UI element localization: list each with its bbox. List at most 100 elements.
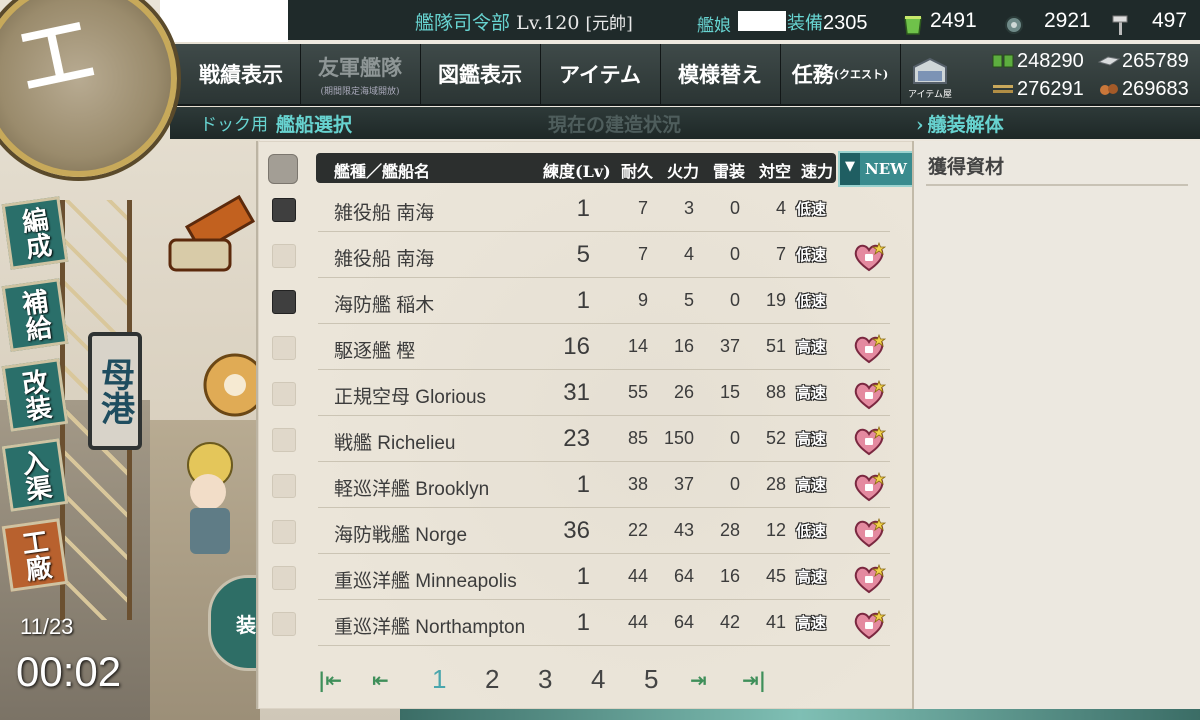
menu-friend-fleet[interactable]: 友軍艦隊 (期間限定海域開放) xyxy=(300,44,421,104)
ship-level: 23 xyxy=(563,425,590,452)
hammer-icon xyxy=(168,194,256,272)
ship-count-label: 艦娘 xyxy=(697,16,731,36)
header-lv[interactable]: 練度(Lv) xyxy=(543,158,611,182)
menu-quests[interactable]: 任務 (クエスト) xyxy=(780,44,901,104)
ship-level: 1 xyxy=(576,471,590,498)
prev-page-button[interactable]: ⇤ xyxy=(372,668,389,692)
dev-material-icon xyxy=(1005,16,1023,34)
page-3[interactable]: 3 xyxy=(538,664,552,695)
table-row[interactable]: 重巡洋艦 Northampton 1 44 64 42 41 高速 xyxy=(262,600,890,646)
header-hp[interactable]: 耐久 xyxy=(621,158,653,182)
page-2[interactable]: 2 xyxy=(485,664,499,695)
lock-heart-icon[interactable] xyxy=(852,610,886,640)
ship-firepower: 5 xyxy=(683,290,694,310)
lock-heart-icon[interactable] xyxy=(852,472,886,502)
clock-date: 11/23 xyxy=(20,614,74,639)
table-row[interactable]: 戦艦 Richelieu 23 85 150 0 52 高速 xyxy=(262,416,890,462)
page-5[interactable]: 5 xyxy=(644,664,658,695)
row-checkbox[interactable] xyxy=(272,520,296,544)
ship-hp: 7 xyxy=(637,198,648,218)
menu-items[interactable]: アイテム xyxy=(540,44,661,104)
ship-torpedo: 28 xyxy=(719,520,740,540)
worker-fairy-icon xyxy=(187,442,233,554)
nav-arsenal[interactable]: 工廠 xyxy=(1,518,69,592)
ship-antiair: 41 xyxy=(765,612,786,632)
page-1[interactable]: 1 xyxy=(432,664,446,695)
row-checkbox[interactable] xyxy=(272,244,296,268)
row-checkbox[interactable] xyxy=(272,612,296,636)
ship-torpedo: 16 xyxy=(719,566,740,586)
shop-icon xyxy=(913,57,947,84)
row-checkbox[interactable] xyxy=(272,382,296,406)
row-checkbox[interactable] xyxy=(272,336,296,360)
row-checkbox[interactable] xyxy=(272,474,296,498)
breadcrumb-dismantle: › 艤装解体 xyxy=(916,114,1004,136)
header-speed[interactable]: 速力 xyxy=(801,158,833,182)
breadcrumb-ship-select: 艦船選択 xyxy=(276,114,353,136)
ship-antiair: 51 xyxy=(765,336,786,356)
factory-badge-text: 工 xyxy=(11,6,100,105)
ship-antiair: 45 xyxy=(765,566,786,586)
hq-level: 艦隊司令部 Lv.120 [元帥] xyxy=(415,12,633,34)
ship-count-redacted xyxy=(738,11,786,31)
nav-remodel[interactable]: 改装 xyxy=(1,358,69,432)
row-checkbox[interactable] xyxy=(272,428,296,452)
table-row[interactable]: 正規空母 Glorious 31 55 26 15 88 高速 xyxy=(262,370,890,416)
item-shop-button[interactable]: アイテム屋 xyxy=(902,48,958,100)
lock-heart-icon[interactable] xyxy=(852,564,886,594)
lock-heart-icon[interactable] xyxy=(852,334,886,364)
header-firepower[interactable]: 火力 xyxy=(667,158,699,182)
lock-heart-icon[interactable] xyxy=(852,426,886,456)
ship-antiair: 88 xyxy=(765,382,786,402)
menu-furniture[interactable]: 模様替え xyxy=(660,44,781,104)
row-checkbox[interactable] xyxy=(272,198,296,222)
menu-battle-record[interactable]: 戦績表示 xyxy=(182,44,301,104)
ship-hp: 38 xyxy=(627,474,648,494)
page-4[interactable]: 4 xyxy=(591,664,605,695)
ship-speed: 低速 xyxy=(796,292,827,310)
last-page-button[interactable]: ⇥| xyxy=(742,668,766,692)
dev-material-count: 2921 xyxy=(1044,9,1091,32)
row-checkbox[interactable] xyxy=(272,290,296,314)
ship-firepower: 64 xyxy=(673,566,694,586)
row-checkbox[interactable] xyxy=(272,566,296,590)
sort-button[interactable]: ▼ NEW xyxy=(838,151,914,187)
ship-hp: 9 xyxy=(637,290,648,310)
nav-home-port[interactable]: 母港 xyxy=(88,332,142,450)
screw-hammer-icon xyxy=(1112,15,1128,35)
ship-name: 駆逐艦 樫 xyxy=(334,341,416,362)
table-row[interactable]: 軽巡洋艦 Brooklyn 1 38 37 0 28 高速 xyxy=(262,462,890,508)
ship-level: 1 xyxy=(576,195,590,222)
ship-antiair: 4 xyxy=(775,198,786,218)
menu-encyclopedia[interactable]: 図鑑表示 xyxy=(420,44,541,104)
bauxite-icon xyxy=(1100,84,1118,95)
nav-resupply[interactable]: 補給 xyxy=(1,278,69,352)
select-all-checkbox[interactable] xyxy=(268,154,298,184)
table-row[interactable]: 駆逐艦 樫 16 14 16 37 51 高速 xyxy=(262,324,890,370)
lock-heart-icon[interactable] xyxy=(852,242,886,272)
table-row[interactable]: 雑役船 南海 5 7 4 0 7 低速 xyxy=(262,232,890,278)
table-row[interactable]: 海防戦艦 Norge 36 22 43 28 12 低速 xyxy=(262,508,890,554)
nav-organize[interactable]: 編成 xyxy=(1,196,69,270)
ship-name: 正規空母 Glorious xyxy=(334,387,487,408)
ship-speed: 低速 xyxy=(796,200,827,218)
next-page-button[interactable]: ⇥ xyxy=(690,668,707,692)
lock-heart-icon[interactable] xyxy=(852,380,886,410)
gear-icon xyxy=(203,353,260,417)
header-name[interactable]: 艦種／艦船名 xyxy=(334,158,430,182)
nav-repair[interactable]: 入渠 xyxy=(1,438,69,512)
ship-firepower: 16 xyxy=(673,336,694,356)
header-antiair[interactable]: 対空 xyxy=(759,158,791,182)
first-page-button[interactable]: |⇤ xyxy=(318,668,342,692)
ship-antiair: 19 xyxy=(765,290,786,310)
table-row[interactable]: 海防艦 稲木 1 9 5 0 19 低速 xyxy=(262,278,890,324)
ship-firepower: 64 xyxy=(673,612,694,632)
ship-hp: 55 xyxy=(627,382,648,402)
table-row[interactable]: 雑役船 南海 1 7 3 0 4 低速 xyxy=(262,186,890,232)
table-row[interactable]: 重巡洋艦 Minneapolis 1 44 64 16 45 高速 xyxy=(262,554,890,600)
ship-antiair: 52 xyxy=(765,428,786,448)
lock-heart-icon[interactable] xyxy=(852,518,886,548)
ship-speed: 高速 xyxy=(796,614,827,632)
ship-firepower: 4 xyxy=(683,244,694,264)
header-torpedo[interactable]: 雷装 xyxy=(713,158,745,182)
